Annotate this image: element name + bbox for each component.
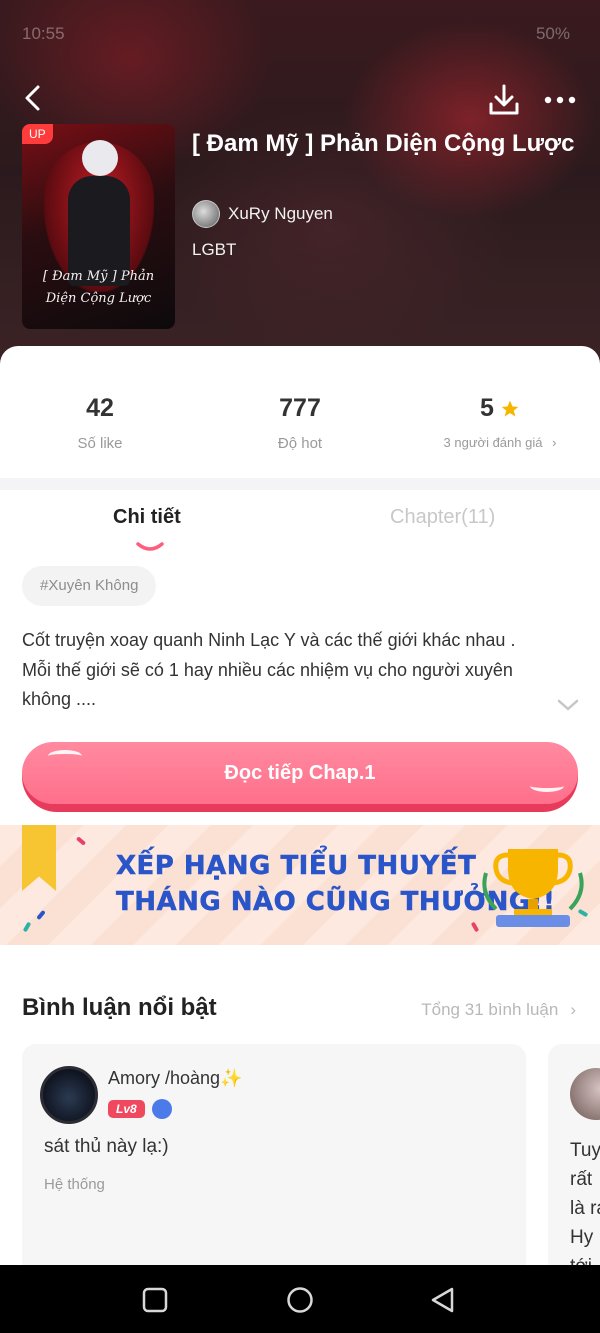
stat-likes-label: Số like bbox=[77, 435, 123, 452]
stat-hot-value: 777 bbox=[279, 394, 321, 422]
status-battery: 50% bbox=[535, 24, 570, 43]
chevron-right-icon: › bbox=[570, 1000, 576, 1019]
stats-row: 42 Số like 777 Độ hot 5 3 người đánh giá… bbox=[0, 346, 600, 478]
stat-rating-label: 3 người đánh giá › bbox=[400, 435, 600, 450]
stat-hot-label: Độ hot bbox=[277, 435, 323, 452]
app-root: 10:55 50% [ Đam Mỹ ] Phản Diện Cộng Lược… bbox=[0, 0, 600, 1333]
hero-header: 10:55 50% [ Đam Mỹ ] Phản Diện Cộng Lược… bbox=[0, 0, 600, 380]
author-avatar bbox=[192, 200, 220, 228]
expand-chevron-icon[interactable] bbox=[556, 698, 580, 712]
status-bar: 10:55 50% bbox=[0, 0, 600, 70]
comment-text-line: rất bbox=[570, 1169, 593, 1190]
system-nav-bar bbox=[0, 1265, 600, 1333]
back-arrow-icon[interactable] bbox=[18, 82, 50, 114]
star-icon bbox=[501, 400, 519, 416]
comment-text-line: Tuy bbox=[570, 1140, 600, 1161]
confetti bbox=[75, 836, 87, 846]
all-comments-link[interactable]: Tổng 31 bình luận › bbox=[421, 1000, 576, 1020]
ranking-promo-banner[interactable]: XẾP HẠNG TIỂU THUYẾT THÁNG NÀO CŨNG THƯỞ… bbox=[0, 825, 600, 945]
stat-likes-value: 42 bbox=[86, 394, 114, 422]
book-description: Cốt truyện xoay quanh Ninh Lạc Y và các … bbox=[22, 630, 516, 709]
status-time: 10:55 bbox=[22, 24, 65, 43]
tab-details[interactable]: Chi tiết bbox=[113, 506, 181, 529]
genre-tag[interactable]: #Xuyên Không bbox=[22, 566, 157, 606]
book-title: [ Đam Mỹ ] Phản Diện Cộng Lược bbox=[192, 130, 575, 157]
cover-art-figure-head bbox=[82, 140, 118, 176]
commenter-avatar[interactable] bbox=[40, 1066, 98, 1124]
tab-bar: Chi tiết Chapter(11) bbox=[0, 490, 600, 554]
details-sheet: 42 Số like 777 Độ hot 5 3 người đánh giá… bbox=[0, 346, 600, 1333]
book-category: LGBT bbox=[192, 240, 237, 259]
stat-rating[interactable]: 5 3 người đánh giá › bbox=[400, 394, 600, 450]
vip-gem-icon bbox=[152, 1099, 172, 1119]
stat-likes: 42 Số like bbox=[0, 394, 200, 452]
section-divider bbox=[0, 478, 600, 490]
download-icon[interactable] bbox=[486, 82, 522, 118]
author-name: XuRy Nguyen bbox=[228, 204, 333, 223]
comment-text-line: Hy bbox=[570, 1227, 594, 1248]
confetti bbox=[22, 921, 32, 933]
home-icon[interactable] bbox=[285, 1285, 315, 1315]
cover-art-title-line1: [ Đam Mỹ ] Phản bbox=[42, 269, 155, 284]
trophy-icon bbox=[482, 849, 584, 927]
tab-chapters[interactable]: Chapter(11) bbox=[390, 506, 495, 529]
more-options-icon[interactable] bbox=[542, 88, 578, 112]
cover-art-title: [ Đam Mỹ ] Phản Diện Cộng Lược bbox=[30, 266, 167, 310]
commenter-avatar[interactable] bbox=[570, 1068, 600, 1120]
update-badge: UP bbox=[22, 124, 53, 144]
comment-text-line: là ra bbox=[570, 1198, 600, 1219]
recent-apps-icon[interactable] bbox=[140, 1285, 170, 1315]
back-nav-icon[interactable] bbox=[428, 1285, 458, 1315]
stat-hot: 777 Độ hot bbox=[200, 394, 400, 452]
book-cover[interactable]: [ Đam Mỹ ] Phản Diện Cộng Lược UP bbox=[22, 124, 175, 329]
tab-active-indicator bbox=[136, 542, 164, 551]
stat-rating-count: 3 người đánh giá bbox=[443, 435, 543, 450]
banner-line1: XẾP HẠNG TIỂU THUYẾT bbox=[116, 851, 477, 882]
commenter-name: Amory /hoàng✨ bbox=[108, 1068, 243, 1088]
continue-reading-button[interactable]: Đọc tiếp Chap.1 bbox=[22, 742, 578, 812]
author-row[interactable]: XuRy Nguyen bbox=[192, 200, 333, 228]
featured-comments-title: Bình luận nổi bật bbox=[22, 994, 217, 1021]
cover-art-title-line2: Diện Cộng Lược bbox=[45, 291, 152, 306]
chevron-right-icon: › bbox=[552, 435, 557, 450]
comments-total: Tổng 31 bình luận bbox=[421, 1000, 559, 1019]
bookmark-ribbon-icon bbox=[22, 825, 56, 891]
user-level-badge: Lv8 bbox=[108, 1100, 145, 1118]
stat-rating-value: 5 bbox=[480, 394, 494, 422]
comment-text-preview: Tuy rất là ra Hy tới bbox=[570, 1136, 600, 1281]
comment-text: sát thủ này lạ:) bbox=[44, 1136, 169, 1157]
confetti bbox=[36, 909, 46, 921]
continue-reading-label: Đọc tiếp Chap.1 bbox=[22, 742, 578, 804]
stat-rating-value-row: 5 bbox=[400, 394, 600, 423]
button-shine bbox=[48, 750, 82, 762]
button-shine bbox=[530, 780, 564, 792]
comment-source: Hệ thống bbox=[44, 1176, 105, 1193]
